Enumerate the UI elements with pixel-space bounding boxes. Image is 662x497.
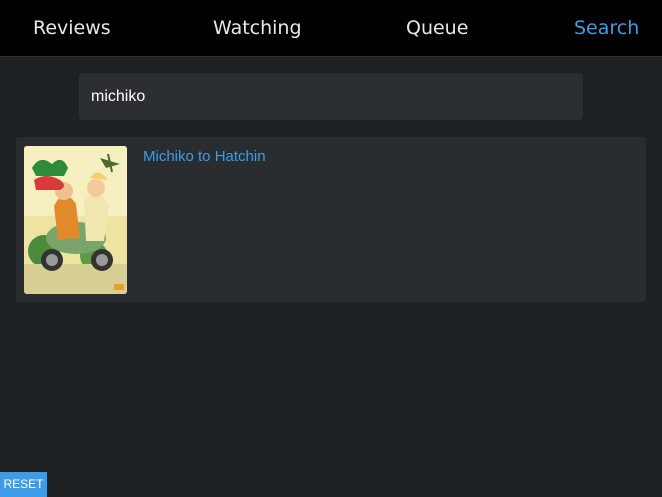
search-box [79, 73, 583, 120]
top-navbar: Reviews Watching Queue Search [0, 0, 662, 57]
search-input[interactable] [79, 73, 583, 120]
result-title[interactable]: Michiko to Hatchin [143, 148, 266, 165]
reset-button[interactable]: RESET [0, 472, 47, 497]
result-card[interactable]: Michiko to Hatchin [16, 137, 646, 302]
nav-watching[interactable]: Watching [213, 0, 302, 56]
nav-reviews[interactable]: Reviews [33, 0, 111, 56]
nav-search[interactable]: Search [574, 0, 639, 56]
poster-image[interactable] [24, 146, 127, 294]
nav-queue[interactable]: Queue [406, 0, 468, 56]
